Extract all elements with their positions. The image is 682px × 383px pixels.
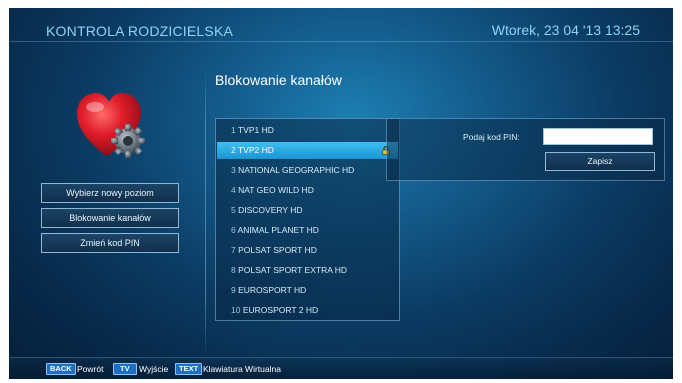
channel-item[interactable]: 9 EUROSPORT HD: [217, 282, 398, 299]
page-title: KONTROLA RODZICIELSKA: [46, 23, 234, 39]
channel-name: ANIMAL PLANET HD: [237, 225, 319, 235]
channel-item[interactable]: 7 POLSAT SPORT HD: [217, 242, 398, 259]
channel-number: 8: [231, 265, 236, 275]
header: KONTROLA RODZICIELSKA Wtorek, 23 04 '13 …: [9, 8, 673, 42]
footer-hint-bar: BACK Powrót TV Wyjście TEXT Klawiatura W…: [9, 357, 673, 379]
channel-number: 5: [231, 205, 236, 215]
channel-number: 3: [231, 165, 236, 175]
back-hint-label: Powrót: [77, 364, 104, 374]
channel-number: 7: [231, 245, 236, 255]
channel-item[interactable]: 1 TVP1 HD: [217, 122, 398, 139]
pin-input[interactable]: [543, 128, 653, 145]
channel-item-selected[interactable]: 2 TVP2 HD: [217, 142, 398, 159]
channel-name: EUROSPORT 2 HD: [242, 305, 319, 315]
channel-item[interactable]: 5 DISCOVERY HD: [217, 202, 398, 219]
channel-number: 10: [231, 305, 241, 315]
channel-item[interactable]: 8 POLSAT SPORT EXTRA HD: [217, 262, 398, 279]
channel-name: POLSAT SPORT EXTRA HD: [238, 265, 348, 275]
channel-number: 9: [231, 285, 236, 295]
change-pin-button[interactable]: Zmień kod PIN: [41, 233, 179, 253]
channel-item[interactable]: 6 ANIMAL PLANET HD: [217, 222, 398, 239]
channel-name: NATIONAL GEOGRAPHIC HD: [238, 165, 355, 175]
pin-label: Podaj kod PIN:: [463, 132, 520, 142]
channel-number: 4: [231, 185, 236, 195]
column-divider: [205, 68, 206, 358]
channel-item[interactable]: 3 NATIONAL GEOGRAPHIC HD: [217, 162, 398, 179]
channel-name: POLSAT SPORT HD: [238, 245, 317, 255]
pin-panel: Podaj kod PIN: Zapisz: [386, 118, 665, 181]
channel-name: TVP1 HD: [237, 125, 274, 135]
channel-name: TVP2 HD: [237, 145, 274, 155]
exit-hint-label: Wyjście: [139, 364, 169, 374]
heart-gear-icon: [77, 93, 145, 158]
tv-key-badge: TV: [113, 363, 137, 375]
channel-list: 1 TVP1 HD 2 TVP2 HD 3 NATIONAL GEOGRAPHI…: [215, 118, 400, 321]
back-key-badge: BACK: [46, 363, 76, 375]
channel-item[interactable]: 4 NAT GEO WILD HD: [217, 182, 398, 199]
tv-screen: KONTROLA RODZICIELSKA Wtorek, 23 04 '13 …: [9, 8, 673, 379]
channel-name: NAT GEO WILD HD: [238, 185, 314, 195]
section-heading: Blokowanie kanałów: [215, 72, 342, 88]
select-level-button[interactable]: Wybierz nowy poziom: [41, 183, 179, 203]
channel-number: 2: [231, 145, 236, 155]
channel-name: DISCOVERY HD: [238, 205, 303, 215]
channel-number: 6: [231, 225, 236, 235]
text-key-badge: TEXT: [175, 363, 203, 375]
channel-number: 1: [231, 125, 236, 135]
datetime: Wtorek, 23 04 '13 13:25: [491, 22, 640, 38]
channel-blocking-button[interactable]: Blokowanie kanałów: [41, 208, 179, 228]
save-button[interactable]: Zapisz: [545, 152, 655, 171]
channel-name: EUROSPORT HD: [238, 285, 307, 295]
virtual-keyboard-hint-label: Klawiatura Wirtualna: [203, 364, 281, 374]
channel-item[interactable]: 10 EUROSPORT 2 HD: [217, 302, 398, 319]
